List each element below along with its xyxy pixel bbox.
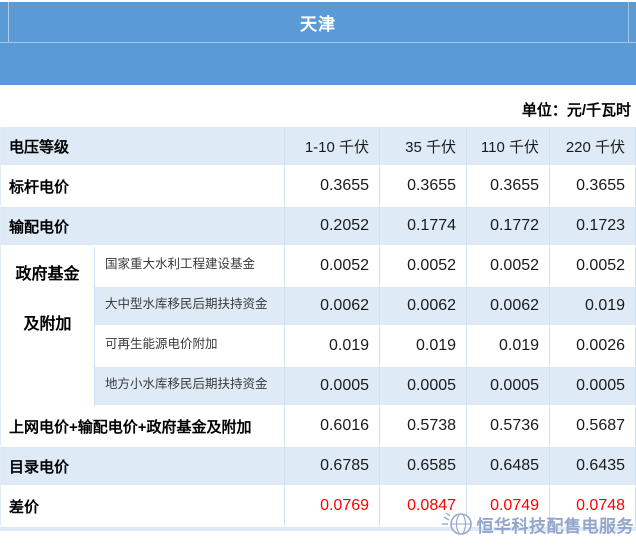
row-label: 差价 xyxy=(0,487,285,527)
value-cell: 0.0052 xyxy=(467,247,550,287)
table-row-benchmark-price: 标杆电价 0.3655 0.3655 0.3655 0.3655 xyxy=(0,167,636,207)
value-cell: 0.0052 xyxy=(285,247,380,287)
banner-divider-line xyxy=(628,2,629,42)
table-row-price-difference: 差价 0.0769 0.0847 0.0749 0.0748 xyxy=(0,487,636,527)
voltage-level-header: 电压等级 xyxy=(0,127,285,167)
province-banner-empty-row xyxy=(0,43,636,85)
value-cell: 0.1774 xyxy=(380,207,467,247)
province-banner-title-row: 天津 xyxy=(0,2,636,43)
table-row-catalog-price: 目录电价 0.6785 0.6585 0.6485 0.6435 xyxy=(0,447,636,487)
value-cell: 0.3655 xyxy=(550,167,636,207)
value-cell: 0.019 xyxy=(380,327,467,367)
banner-divider-line xyxy=(8,2,9,42)
table-row-fund-local-reservoir: 地方小水库移民后期扶持资金 0.0005 0.0005 0.0005 0.000… xyxy=(0,367,636,407)
row-label: 输配电价 xyxy=(0,207,285,247)
unit-label: 单位：元/千瓦时 xyxy=(522,99,631,120)
value-cell: 0.0062 xyxy=(285,287,380,327)
subrow-label: 大中型水库移民后期扶持资金 xyxy=(95,287,285,327)
province-banner: 天津 xyxy=(0,2,636,85)
value-cell: 0.3655 xyxy=(467,167,550,207)
fund-group-label-line1: 政府基金 xyxy=(1,260,94,284)
col-header-35kv: 35 千伏 xyxy=(380,127,467,167)
value-cell: 0.6785 xyxy=(285,447,380,487)
table-row-fund-national-water: 政府基金 及附加 国家重大水利工程建设基金 0.0052 0.0052 0.00… xyxy=(0,247,636,287)
province-title: 天津 xyxy=(300,10,336,35)
value-cell: 0.0005 xyxy=(285,367,380,407)
subrow-label: 可再生能源电价附加 xyxy=(95,327,285,367)
value-cell: 0.1772 xyxy=(467,207,550,247)
subrow-label: 国家重大水利工程建设基金 xyxy=(95,247,285,287)
next-row-sliver xyxy=(0,527,636,531)
value-cell: 0.6585 xyxy=(380,447,467,487)
value-cell: 0.0062 xyxy=(467,287,550,327)
value-cell: 0.1723 xyxy=(550,207,636,247)
value-cell: 0.019 xyxy=(550,287,636,327)
value-cell: 0.0026 xyxy=(550,327,636,367)
unit-row: 单位：元/千瓦时 xyxy=(0,85,636,127)
col-header-220kv: 220 千伏 xyxy=(550,127,636,167)
value-cell: 0.6016 xyxy=(285,407,380,447)
value-cell: 0.2052 xyxy=(285,207,380,247)
value-cell: 0.5736 xyxy=(467,407,550,447)
price-table: 电压等级 1-10 千伏 35 千伏 110 千伏 220 千伏 标杆电价 0.… xyxy=(0,127,636,527)
table-row-total-price: 上网电价+输配电价+政府基金及附加 0.6016 0.5738 0.5736 0… xyxy=(0,407,636,447)
table-row-fund-large-reservoir: 大中型水库移民后期扶持资金 0.0062 0.0062 0.0062 0.019 xyxy=(0,287,636,327)
row-label: 上网电价+输配电价+政府基金及附加 xyxy=(0,407,285,447)
row-label: 标杆电价 xyxy=(0,167,285,207)
value-cell: 0.0005 xyxy=(550,367,636,407)
value-cell: 0.5687 xyxy=(550,407,636,447)
value-cell: 0.0052 xyxy=(550,247,636,287)
table-header-row: 电压等级 1-10 千伏 35 千伏 110 千伏 220 千伏 xyxy=(0,127,636,167)
fund-group-label-line2: 及附加 xyxy=(1,310,94,334)
value-cell: 0.0847 xyxy=(380,487,467,527)
value-cell: 0.3655 xyxy=(285,167,380,207)
table-row-fund-renewable: 可再生能源电价附加 0.019 0.019 0.019 0.0026 xyxy=(0,327,636,367)
col-header-110kv: 110 千伏 xyxy=(467,127,550,167)
value-cell: 0.6485 xyxy=(467,447,550,487)
value-cell: 0.0748 xyxy=(550,487,636,527)
electricity-price-table-page: 天津 单位：元/千瓦时 电压等级 1-10 千伏 35 千伏 110 千伏 22… xyxy=(0,0,636,552)
fund-group-label-cell: 政府基金 及附加 xyxy=(0,247,95,407)
row-label: 目录电价 xyxy=(0,447,285,487)
value-cell: 0.0052 xyxy=(380,247,467,287)
subrow-label: 地方小水库移民后期扶持资金 xyxy=(95,367,285,407)
value-cell: 0.019 xyxy=(467,327,550,367)
value-cell: 0.0062 xyxy=(380,287,467,327)
value-cell: 0.0769 xyxy=(285,487,380,527)
value-cell: 0.0005 xyxy=(467,367,550,407)
value-cell: 0.5738 xyxy=(380,407,467,447)
value-cell: 0.0005 xyxy=(380,367,467,407)
table-row-transmission-price: 输配电价 0.2052 0.1774 0.1772 0.1723 xyxy=(0,207,636,247)
value-cell: 0.019 xyxy=(285,327,380,367)
col-header-1-10kv: 1-10 千伏 xyxy=(285,127,380,167)
value-cell: 0.0749 xyxy=(467,487,550,527)
value-cell: 0.3655 xyxy=(380,167,467,207)
value-cell: 0.6435 xyxy=(550,447,636,487)
